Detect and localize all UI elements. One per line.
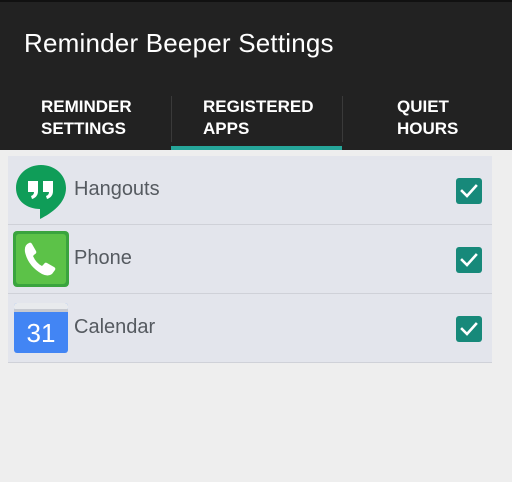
phone-icon: [12, 230, 70, 288]
app-name: Phone: [74, 247, 132, 269]
checkmark-icon: [460, 253, 478, 267]
app-name: Calendar: [74, 316, 156, 338]
tab-reminder-settings[interactable]: Reminder Settings: [0, 88, 171, 150]
phone-checkbox[interactable]: [456, 247, 482, 273]
tab-label-line1: Quiet: [397, 97, 449, 116]
tab-label-line2: Hours: [397, 119, 459, 138]
tab-registered-apps[interactable]: Registered Apps: [171, 88, 342, 150]
calendar-icon-day: 31: [27, 318, 56, 348]
tab-label-line1: Registered: [203, 97, 314, 116]
tab-label-line1: Reminder: [41, 97, 132, 116]
calendar-icon: 31: [12, 299, 70, 357]
registered-apps-list: Hangouts Phone 31 Calendar: [8, 156, 492, 363]
tab-label-line2: Apps: [203, 119, 250, 138]
app-name: Hangouts: [74, 178, 160, 200]
app-bar: Reminder Beeper Settings Reminder Settin…: [0, 0, 512, 150]
tab-bar: Reminder Settings Registered Apps Quiet …: [0, 88, 512, 150]
tab-label: Quiet Hours: [397, 96, 458, 140]
status-strip: [0, 0, 512, 2]
checkmark-icon: [460, 322, 478, 336]
checkmark-icon: [460, 184, 478, 198]
list-item[interactable]: Hangouts: [8, 156, 492, 225]
list-item[interactable]: 31 Calendar: [8, 294, 492, 363]
selected-tab-indicator: [171, 146, 342, 150]
tab-label-line2: Settings: [41, 119, 127, 138]
hangouts-checkbox[interactable]: [456, 178, 482, 204]
tab-quiet-hours[interactable]: Quiet Hours: [342, 88, 512, 150]
list-item[interactable]: Phone: [8, 225, 492, 294]
hangouts-icon: [12, 161, 70, 219]
page-title: Reminder Beeper Settings: [24, 28, 334, 58]
tab-label: Registered Apps: [203, 96, 314, 140]
calendar-checkbox[interactable]: [456, 316, 482, 342]
tab-label: Reminder Settings: [41, 96, 132, 140]
